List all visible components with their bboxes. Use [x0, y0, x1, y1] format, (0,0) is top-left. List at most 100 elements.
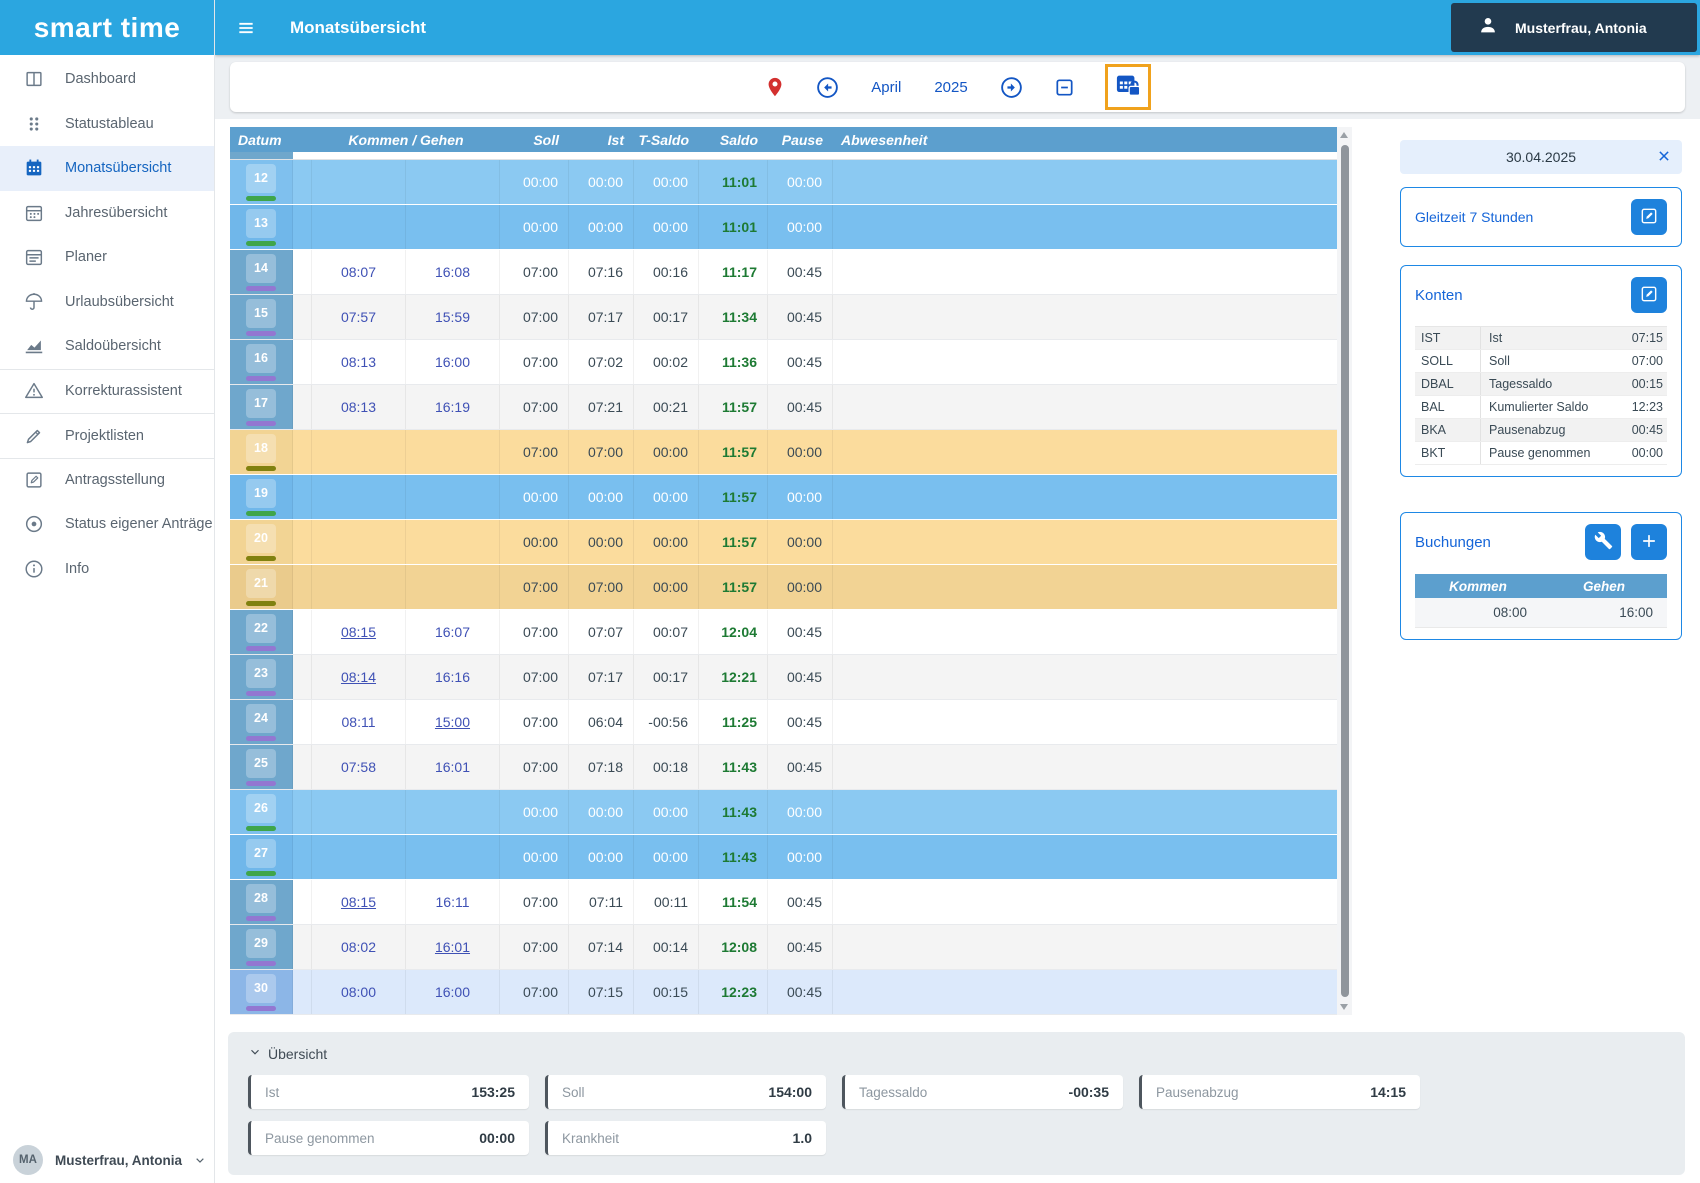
table-scrollbar[interactable]	[1337, 127, 1352, 1015]
buchungen-tools-button[interactable]	[1585, 524, 1621, 560]
sidebar-item-antragsstellung[interactable]: Antragsstellung	[0, 458, 214, 503]
user-menu[interactable]: Musterfrau, Antonia	[1451, 3, 1697, 52]
tsaldo-value: 00:02	[634, 340, 699, 384]
abwesenheit-cell	[833, 475, 1337, 519]
kommen-time[interactable]: 08:13	[341, 354, 376, 370]
table-row[interactable]: 26 00:00 00:00 00:00 11:43 00:00	[230, 790, 1337, 835]
page-title: Monatsübersicht	[290, 18, 426, 38]
gehen-time[interactable]: 16:16	[435, 669, 470, 685]
tsaldo-value: 00:14	[634, 925, 699, 969]
month-select[interactable]: April	[869, 79, 903, 96]
kommen-time[interactable]: 08:11	[342, 714, 376, 730]
table-row[interactable]: 16 08:13 16:00 07:00 07:02 00:02 11:36 0…	[230, 340, 1337, 385]
buchung-row[interactable]: 08:00 16:00	[1415, 598, 1667, 628]
konten-row: IST Ist 07:15	[1415, 327, 1667, 350]
kommen-time[interactable]: 08:00	[341, 984, 376, 1000]
table-row[interactable]: 21 07:00 07:00 00:00 11:57 00:00	[230, 565, 1337, 610]
close-month-button[interactable]	[1105, 64, 1151, 110]
overview-card-label: Ist	[265, 1085, 279, 1100]
col-saldo: Saldo	[699, 127, 768, 152]
edit-gleitzeit-button[interactable]	[1631, 199, 1667, 235]
gehen-time[interactable]: 16:01	[435, 939, 470, 955]
kommen-time[interactable]: 07:57	[341, 309, 376, 325]
location-pin-icon[interactable]	[764, 76, 786, 98]
table-row[interactable]: 28 08:15 16:11 07:00 07:11 00:11 11:54 0…	[230, 880, 1337, 925]
table-row[interactable]: 18 07:00 07:00 00:00 11:57 00:00	[230, 430, 1337, 475]
table-row[interactable]: 17 08:13 16:19 07:00 07:21 00:21 11:57 0…	[230, 385, 1337, 430]
tsaldo-value: 00:00	[634, 430, 699, 474]
day-cell: 16	[230, 340, 293, 384]
kommen-time[interactable]: 08:07	[341, 264, 376, 280]
edit-doc-icon	[22, 468, 46, 492]
pause-value: 00:45	[768, 880, 833, 924]
day-status-bar	[246, 286, 276, 291]
sidebar-item-label: Jahresübersicht	[65, 205, 167, 221]
pause-value: 00:45	[768, 700, 833, 744]
gehen-time[interactable]: 15:59	[435, 309, 470, 325]
gehen-time[interactable]: 16:00	[435, 984, 470, 1000]
edit-konten-button[interactable]	[1631, 277, 1667, 313]
table-row[interactable]: 23 08:14 16:16 07:00 07:17 00:17 12:21 0…	[230, 655, 1337, 700]
previous-month-icon[interactable]	[815, 75, 840, 100]
table-row[interactable]: 29 08:02 16:01 07:00 07:14 00:14 12:08 0…	[230, 925, 1337, 970]
sidebar-item-info[interactable]: Info	[0, 547, 214, 592]
day-badge: 24	[246, 704, 276, 733]
table-row[interactable]: 19 00:00 00:00 00:00 11:57 00:00	[230, 475, 1337, 520]
overview-toggle[interactable]: Übersicht	[248, 1045, 1665, 1062]
kommen-time[interactable]: 08:15	[341, 894, 376, 910]
chevron-down-icon[interactable]	[192, 1152, 208, 1168]
sidebar-item-statustableau[interactable]: Statustableau	[0, 102, 214, 147]
table-row[interactable]: 27 00:00 00:00 00:00 11:43 00:00	[230, 835, 1337, 880]
gehen-time[interactable]: 16:11	[436, 894, 470, 910]
sidebar-item-status-eigener-antr-ge[interactable]: Status eigener Anträge	[0, 502, 214, 547]
pause-value: 00:00	[768, 160, 833, 204]
abwesenheit-cell	[833, 295, 1337, 339]
gehen-time[interactable]: 16:19	[435, 399, 470, 415]
table-row[interactable]: 13 00:00 00:00 00:00 11:01 00:00	[230, 205, 1337, 250]
kommen-time[interactable]: 08:14	[341, 669, 376, 685]
year-select[interactable]: 2025	[932, 79, 969, 96]
table-row[interactable]: 15 07:57 15:59 07:00 07:17 00:17 11:34 0…	[230, 295, 1337, 340]
abwesenheit-cell	[833, 385, 1337, 429]
sidebar-item-planer[interactable]: Planer	[0, 235, 214, 280]
table-row[interactable]: 24 08:11 15:00 07:00 06:04 -00:56 11:25 …	[230, 700, 1337, 745]
sidebar-item-monats-bersicht[interactable]: Monatsübersicht	[0, 146, 214, 191]
gehen-time[interactable]: 16:08	[435, 264, 470, 280]
hamburger-menu-icon[interactable]	[236, 18, 256, 38]
sidebar-item-korrekturassistent[interactable]: Korrekturassistent	[0, 369, 214, 414]
sidebar-item-dashboard[interactable]: Dashboard	[0, 57, 214, 102]
gehen-time[interactable]: 16:07	[435, 624, 470, 640]
table-row[interactable]: 12 00:00 00:00 00:00 11:01 00:00	[230, 160, 1337, 205]
gehen-time[interactable]: 15:00	[435, 714, 470, 730]
kommen-time[interactable]: 07:58	[341, 759, 376, 775]
collapse-icon[interactable]	[1053, 76, 1076, 99]
sidebar-user[interactable]: MA Musterfrau, Antonia	[0, 1137, 214, 1183]
table-row[interactable]: 30 08:00 16:00 07:00 07:15 00:15 12:23 0…	[230, 970, 1337, 1015]
add-buchung-button[interactable]	[1631, 524, 1667, 560]
konto-name: Pausenabzug	[1481, 423, 1615, 437]
sidebar-item-label: Monatsübersicht	[65, 160, 171, 176]
scroll-up-icon[interactable]	[1340, 132, 1348, 138]
sidebar-item-urlaubs-bersicht[interactable]: Urlaubsübersicht	[0, 280, 214, 325]
sidebar-item-jahres-bersicht[interactable]: Jahresübersicht	[0, 191, 214, 236]
kommen-time[interactable]: 08:13	[341, 399, 376, 415]
table-row[interactable]: 14 08:07 16:08 07:00 07:16 00:16 11:17 0…	[230, 250, 1337, 295]
soll-value: 07:00	[500, 700, 569, 744]
saldo-value: 11:01	[699, 160, 768, 204]
sidebar-item-saldo-bersicht[interactable]: Saldoübersicht	[0, 324, 214, 369]
scroll-down-icon[interactable]	[1340, 1004, 1348, 1010]
table-row[interactable]: 25 07:58 16:01 07:00 07:18 00:18 11:43 0…	[230, 745, 1337, 790]
kommen-time[interactable]: 08:15	[341, 624, 376, 640]
table-row[interactable]: 20 00:00 00:00 00:00 11:57 00:00	[230, 520, 1337, 565]
day-status-bar	[246, 871, 276, 876]
gehen-time[interactable]: 16:00	[435, 354, 470, 370]
table-row[interactable]: 22 08:15 16:07 07:00 07:07 00:07 12:04 0…	[230, 610, 1337, 655]
tsaldo-value: 00:00	[634, 160, 699, 204]
scrollbar-thumb[interactable]	[1341, 145, 1349, 997]
next-month-icon[interactable]	[999, 75, 1024, 100]
sidebar-item-projektlisten[interactable]: Projektlisten	[0, 413, 214, 458]
close-icon[interactable]	[1655, 147, 1673, 165]
kommen-time[interactable]: 08:02	[341, 939, 376, 955]
gehen-time[interactable]: 16:01	[435, 759, 470, 775]
konten-row: BAL Kumulierter Saldo 12:23	[1415, 396, 1667, 419]
